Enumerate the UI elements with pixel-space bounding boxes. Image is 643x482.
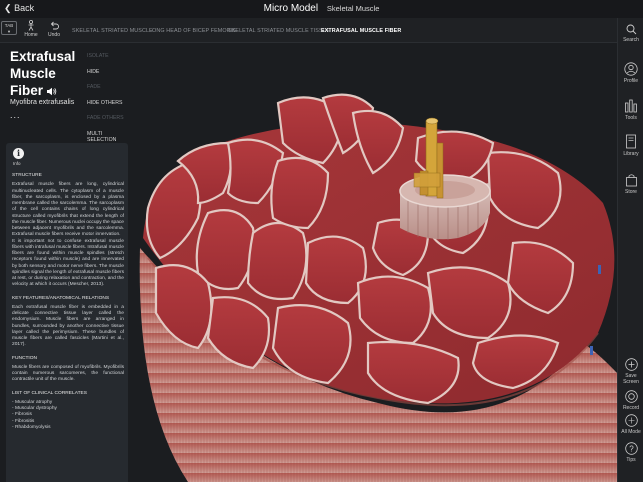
structure-title-line: Muscle [10, 66, 56, 81]
isolate-button[interactable]: ISOLATE [87, 53, 109, 59]
help-icon: ? [624, 442, 638, 455]
tips-button[interactable]: ? Tips [618, 442, 643, 463]
breadcrumb-item[interactable]: LONG HEAD OF BICEP FEMORIS [149, 28, 236, 34]
tips-label: Tips [626, 457, 636, 463]
breadcrumb-item[interactable]: SKELETAL STRIATED MUSCLE TISSUE [228, 28, 330, 34]
home-icon [28, 20, 34, 31]
tab-label: TAB [4, 23, 14, 28]
library-button[interactable]: Library [618, 134, 643, 157]
search-button[interactable]: Search [618, 24, 643, 43]
breadcrumb-item[interactable]: SKELETAL STRIATED MUSCLE [72, 28, 153, 34]
structure-title-line: Extrafusal [10, 49, 76, 64]
tools-button[interactable]: Tools [618, 98, 643, 121]
fade-others-button[interactable]: FADE OTHERS [87, 115, 124, 121]
profile-label: Profile [623, 78, 639, 84]
more-options-button[interactable]: ... [10, 110, 21, 120]
save-screen-button[interactable]: Save Screen [618, 358, 643, 385]
info-body: STRUCTURE Extrafusal muscle fibers are l… [12, 171, 124, 431]
latin-name: Myofibra extrafusalis [10, 99, 75, 106]
store-button[interactable]: Store [618, 173, 643, 195]
tools-icon [625, 99, 637, 113]
section-heading: FUNCTION [12, 355, 38, 361]
breadcrumb-item-current[interactable]: EXTRAFUSAL MUSCLE FIBER [321, 28, 401, 34]
add-icon [624, 358, 638, 371]
tab-button[interactable]: TAB ▾ [1, 21, 17, 35]
record-button[interactable]: Record [618, 390, 643, 411]
structure-title-line: Fiber [10, 83, 44, 98]
info-label: Info [13, 161, 21, 166]
structure-title: Extrafusal Muscle Fiber [10, 48, 88, 100]
library-icon [626, 134, 636, 149]
fade-button[interactable]: FADE [87, 84, 101, 90]
info-paragraph: Each extrafusal muscle fiber is embedded… [12, 304, 124, 348]
toolbar: TAB ▾ Home Undo SKELETAL STRIATED MUSCLE … [0, 18, 617, 43]
nerve-marker [598, 265, 601, 274]
speaker-icon[interactable] [46, 83, 57, 100]
search-icon [626, 24, 636, 35]
hide-button[interactable]: HIDE [87, 69, 99, 75]
section-heading: KEY FEATURES/ANATOMICAL RELATIONS [12, 295, 110, 301]
profile-icon [624, 62, 638, 76]
profile-button[interactable]: Profile [618, 62, 643, 84]
section-heading: LIST OF CLINICAL CORRELATES [12, 390, 88, 396]
nerve-marker [590, 346, 593, 355]
section-heading: STRUCTURE [12, 173, 42, 178]
info-icon[interactable]: i [13, 148, 24, 159]
window-title: Micro Model Skeletal Muscle [0, 3, 643, 14]
app-title: Micro Model [263, 3, 319, 14]
store-icon [625, 174, 637, 187]
info-paragraph: Muscle fibers are composed of myofibrils… [12, 364, 124, 383]
undo-label: Undo [48, 32, 60, 38]
list-item: - Rhabdomyolysis [12, 424, 51, 430]
info-paragraph: It is important not to confuse extrafusa… [12, 238, 125, 288]
library-label: Library [623, 151, 639, 157]
undo-button[interactable]: Undo [41, 20, 67, 38]
action-menu: ISOLATE HIDE FADE HIDE OTHERS FADE OTHER… [84, 43, 128, 145]
info-card: i Info STRUCTURE Extrafusal muscle fiber… [6, 143, 128, 482]
record-icon [624, 390, 638, 403]
search-label: Search [623, 37, 639, 43]
top-bar: ❮ Back Micro Model Skeletal Muscle [0, 0, 643, 18]
info-paragraph: Extrafusal muscle fibers are long, cylin… [12, 182, 125, 238]
save-screen-label: Save Screen [623, 373, 639, 385]
right-sidebar: Search Profile Tools Library Store Save … [617, 18, 643, 482]
store-label: Store [625, 189, 637, 195]
record-label: Record [622, 405, 640, 411]
multi-selection-button[interactable]: MULTI SELECTION [87, 131, 128, 143]
all-mode-label: All Mode [621, 429, 641, 435]
svg-text:?: ? [629, 445, 634, 454]
model-subtitle: Skeletal Muscle [326, 4, 380, 13]
all-mode-icon [624, 414, 638, 427]
all-mode-button[interactable]: All Mode [618, 414, 643, 435]
home-label: Home [24, 32, 38, 38]
tools-label: Tools [625, 115, 637, 121]
hide-others-button[interactable]: HIDE OTHERS [87, 100, 122, 106]
3d-model-viewport[interactable] [128, 43, 617, 482]
undo-icon [50, 21, 59, 30]
